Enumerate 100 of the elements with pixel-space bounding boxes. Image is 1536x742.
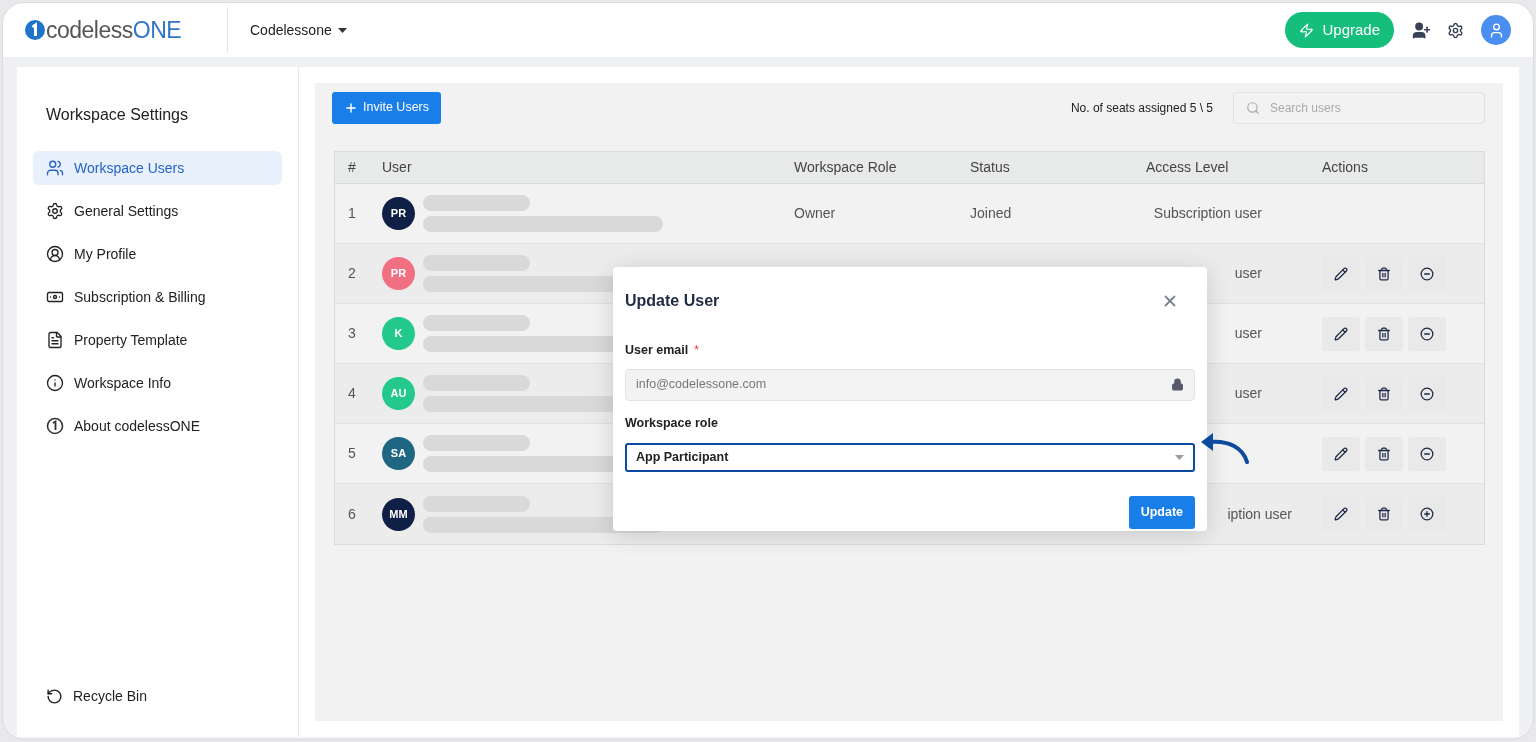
pencil-icon: [1334, 326, 1348, 341]
remove-button[interactable]: [1408, 436, 1446, 471]
dialog-title: Update User: [625, 291, 720, 311]
document-icon: [46, 331, 64, 349]
trash-icon: [1377, 446, 1391, 461]
gear-icon: [46, 202, 64, 220]
pencil-icon: [1334, 507, 1348, 521]
access-level-text: user: [1234, 385, 1262, 401]
row-number: 3: [348, 325, 356, 341]
access-level-text: iption user: [1227, 505, 1292, 522]
status-text: Joined: [970, 205, 1012, 221]
column-header: Status: [970, 159, 1010, 175]
avatar[interactable]: [1481, 15, 1511, 45]
caret-icon: [1175, 454, 1184, 460]
user-avatar: MM: [382, 497, 415, 531]
column-header: Access Level: [1146, 159, 1229, 175]
sidebar-label: Workspace Info: [74, 373, 171, 393]
sidebar-item[interactable]: General Settings: [33, 194, 282, 228]
sidebar-label: Property Template: [74, 330, 188, 350]
user-avatar: AU: [382, 377, 415, 410]
access-level-text: user: [1234, 325, 1262, 341]
search-icon: [1246, 100, 1260, 115]
add-user-icon[interactable]: [1412, 20, 1431, 40]
curved-arrow-icon: [1199, 430, 1249, 464]
invite-users-button[interactable]: Invite Users: [332, 91, 441, 124]
sidebar-label: My Profile: [74, 244, 137, 264]
remove-button[interactable]: [1408, 256, 1446, 291]
sidebar-label: Subscription & Billing: [74, 287, 206, 307]
minus-circle-icon: [1420, 386, 1434, 401]
remove-button[interactable]: [1408, 376, 1446, 411]
pencil-icon: [1334, 266, 1348, 281]
trash-icon: [1377, 507, 1391, 521]
recycle-bin-icon: [46, 687, 63, 705]
trash-icon: [1377, 326, 1391, 341]
pencil-icon: [1334, 446, 1348, 461]
lock-icon: [1171, 378, 1184, 392]
plus-icon: [344, 100, 358, 115]
edit-button[interactable]: [1322, 376, 1360, 411]
edit-button[interactable]: [1322, 256, 1360, 291]
edit-button[interactable]: [1322, 316, 1360, 351]
sidebar-item[interactable]: Recycle Bin: [33, 679, 282, 713]
search-field[interactable]: Search users: [1233, 91, 1485, 124]
logo-icon: [46, 417, 64, 435]
caret-icon: [337, 27, 347, 33]
column-header: Workspace Role: [794, 159, 897, 175]
plus-circle-icon: [1420, 507, 1434, 521]
sidebar-item[interactable]: Property Template: [33, 323, 282, 357]
workspace-dropdown[interactable]: Codelessone: [250, 19, 347, 41]
email-field[interactable]: info@codelessone.com: [625, 368, 1195, 401]
minus-circle-icon: [1420, 446, 1434, 461]
field-label: User email: [625, 342, 689, 359]
edit-button[interactable]: [1322, 436, 1360, 471]
access-level-text: Subscription user: [1153, 205, 1262, 221]
sidebar-item[interactable]: Workspace Users: [33, 151, 282, 185]
logo-icon: [25, 20, 45, 40]
sidebar-title: Workspace Settings: [46, 105, 189, 125]
sidebar-item[interactable]: My Profile: [33, 237, 282, 271]
column-header: #: [348, 159, 356, 175]
row-number: 1: [348, 205, 356, 221]
logo-text: codelessONE: [46, 18, 182, 42]
user-avatar: PR: [382, 257, 415, 290]
access-level-text: user: [1234, 265, 1262, 281]
sidebar-item[interactable]: Subscription & Billing: [33, 280, 282, 314]
sidebar-label: About codelessONE: [74, 416, 201, 436]
seats-count: No. of seats assigned 5 \ 5: [1070, 99, 1213, 117]
role-text: Owner: [794, 205, 836, 221]
delete-button[interactable]: [1365, 316, 1403, 351]
row-number: 4: [348, 385, 356, 401]
column-header: Actions: [1322, 159, 1368, 175]
delete-button[interactable]: [1365, 376, 1403, 411]
delete-button[interactable]: [1365, 497, 1403, 531]
remove-button[interactable]: [1408, 316, 1446, 351]
pencil-icon: [1334, 386, 1348, 401]
profile-icon: [46, 245, 64, 263]
role-dropdown[interactable]: App Participant: [625, 442, 1195, 472]
settings-icon[interactable]: [1447, 21, 1464, 39]
delete-button[interactable]: [1365, 436, 1403, 471]
info-icon: [46, 374, 64, 392]
user-avatar: SA: [382, 437, 415, 470]
trash-icon: [1377, 266, 1391, 281]
trash-icon: [1377, 386, 1391, 401]
minus-circle-icon: [1420, 326, 1434, 341]
sidebar-item[interactable]: About codelessONE: [33, 409, 282, 443]
search-input[interactable]: Search users: [1270, 98, 1450, 117]
edit-button[interactable]: [1322, 497, 1360, 531]
user-avatar: PR: [382, 197, 415, 230]
user-avatar: K: [382, 317, 415, 350]
users-icon: [46, 159, 64, 177]
required-mark: *: [694, 342, 699, 360]
column-header: User: [382, 159, 412, 175]
update-button[interactable]: Update: [1128, 495, 1195, 529]
sidebar-label: Workspace Users: [74, 158, 185, 178]
delete-button[interactable]: [1365, 256, 1403, 291]
sidebar-item[interactable]: Workspace Info: [33, 366, 282, 400]
sidebar-label: Recycle Bin: [73, 686, 147, 706]
minus-circle-icon: [1420, 266, 1434, 281]
sidebar-label: General Settings: [74, 201, 179, 221]
add-button[interactable]: [1408, 497, 1446, 531]
row-number: 2: [348, 265, 356, 281]
field-label: Workspace role: [625, 414, 719, 432]
